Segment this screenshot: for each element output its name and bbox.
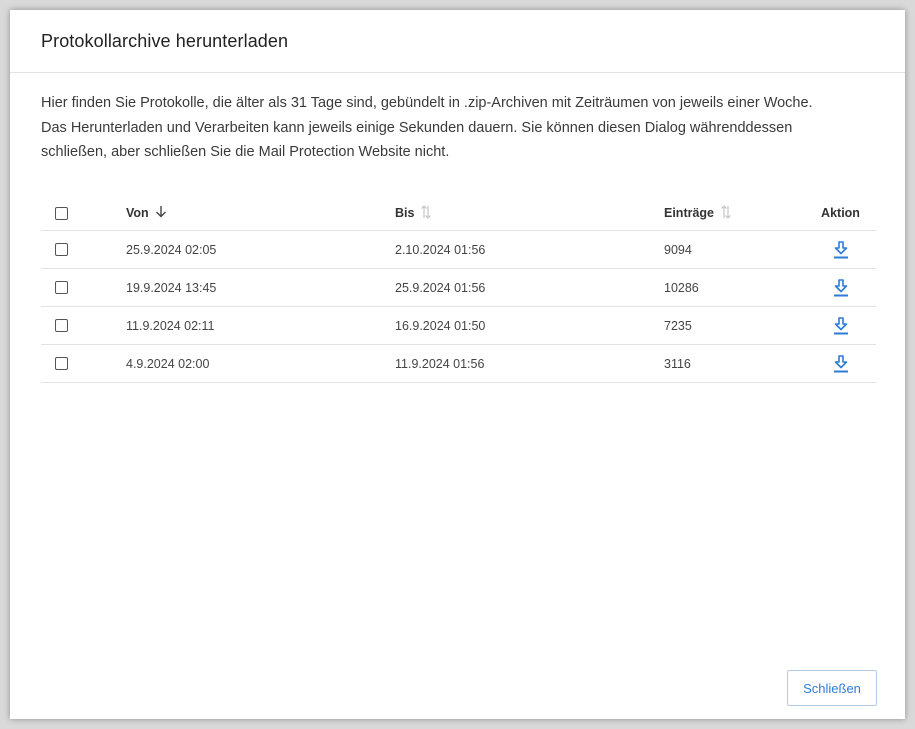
column-header-label: Einträge (664, 206, 715, 220)
dialog-description: Hier finden Sie Protokolle, die älter al… (41, 91, 871, 165)
table-header-row: Von Bis Einträge Aktion (41, 196, 876, 231)
description-line: Hier finden Sie Protokolle, die älter al… (41, 95, 813, 111)
archive-table: Von Bis Einträge Aktion 25.9.2024 02:05 … (41, 196, 876, 383)
column-header-label: Von (126, 206, 149, 220)
cell-bis: 11.9.2024 01:56 (395, 356, 485, 371)
cell-von: 19.9.2024 13:45 (126, 280, 217, 295)
download-icon[interactable] (833, 316, 849, 335)
column-header-von[interactable]: Von (126, 205, 395, 221)
table-row: 4.9.2024 02:00 11.9.2024 01:56 3116 (41, 345, 876, 383)
sort-updown-icon (420, 204, 432, 222)
arrow-down-icon (155, 205, 167, 221)
cell-eintraege: 9094 (664, 242, 692, 257)
cell-von: 25.9.2024 02:05 (126, 242, 217, 257)
description-line: schließen, aber schließen Sie die Mail P… (41, 144, 450, 160)
cell-von: 4.9.2024 02:00 (126, 356, 210, 371)
download-icon[interactable] (833, 354, 849, 373)
close-button[interactable]: Schließen (787, 670, 877, 706)
cell-eintraege: 10286 (664, 280, 699, 295)
cell-bis: 16.9.2024 01:50 (395, 318, 486, 333)
cell-bis: 25.9.2024 01:56 (395, 280, 486, 295)
row-checkbox[interactable] (55, 281, 68, 294)
column-header-eintraege[interactable]: Einträge (664, 204, 805, 222)
select-all-checkbox[interactable] (55, 206, 68, 220)
download-icon[interactable] (833, 278, 849, 297)
sort-updown-icon (720, 204, 732, 222)
cell-von: 11.9.2024 02:11 (126, 318, 215, 333)
dialog: Protokollarchive herunterladen Hier find… (10, 10, 905, 719)
column-header-label: Bis (395, 206, 415, 220)
cell-bis: 2.10.2024 01:56 (395, 242, 486, 257)
cell-eintraege: 3116 (664, 356, 691, 371)
download-icon[interactable] (833, 240, 849, 259)
table-row: 19.9.2024 13:45 25.9.2024 01:56 10286 (41, 269, 876, 307)
column-header-aktion: Aktion (821, 206, 860, 220)
row-checkbox[interactable] (55, 357, 68, 370)
cell-eintraege: 7235 (664, 318, 692, 333)
dialog-title: Protokollarchive herunterladen (41, 30, 289, 51)
table-row: 25.9.2024 02:05 2.10.2024 01:56 9094 (41, 231, 876, 269)
row-checkbox[interactable] (55, 319, 68, 332)
description-line: Das Herunterladen und Verarbeiten kann j… (41, 119, 793, 136)
row-checkbox[interactable] (55, 243, 68, 256)
dialog-header: Protokollarchive herunterladen (10, 10, 905, 73)
column-header-bis[interactable]: Bis (395, 204, 664, 222)
table-row: 11.9.2024 02:11 16.9.2024 01:50 7235 (41, 307, 876, 345)
